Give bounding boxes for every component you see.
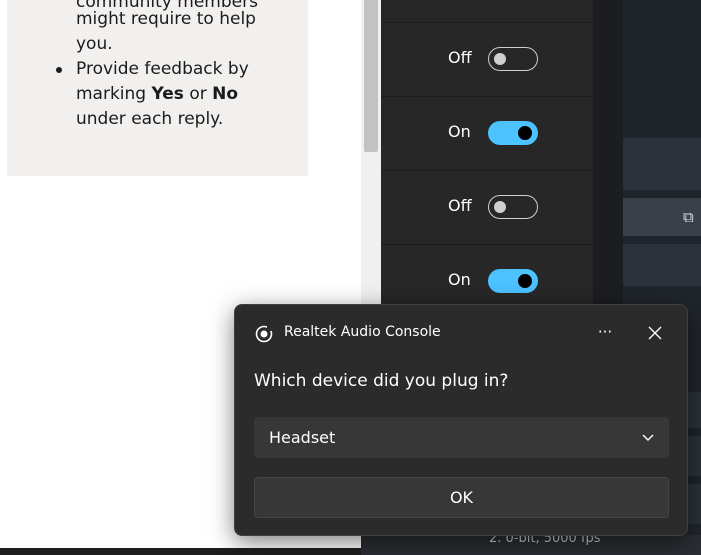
settings-panel: Off On Off On [381,0,593,310]
toggle-label: On [448,270,471,289]
background-row [623,138,701,190]
settings-row: Off [381,22,593,96]
toggle-switch[interactable] [488,47,538,71]
or-text: or [183,84,213,104]
device-select[interactable]: Headset [254,417,669,458]
toggle-label: Off [448,48,472,67]
dialog-question: Which device did you plug in? [254,371,509,391]
scroll-thumb[interactable] [364,0,378,152]
copy-icon[interactable]: ⧉ [683,208,694,226]
tip-text: under each reply. [76,109,224,129]
toggle-knob [518,274,532,288]
no-text: No [212,84,239,104]
toggle-switch[interactable] [488,195,538,219]
tips-box: community members might require to help … [7,0,308,176]
realtek-app-icon [255,325,273,343]
tip-text: Provide feedback by [76,59,249,79]
toggle-knob [494,53,506,65]
more-options-button[interactable]: ··· [591,319,619,347]
toggle-label: Off [448,196,472,215]
settings-row [381,0,593,22]
toggle-knob [518,126,532,140]
settings-row: On [381,96,593,170]
settings-row: Off [381,170,593,244]
close-icon[interactable] [640,319,670,347]
app-name: Realtek Audio Console [284,324,441,340]
toggle-switch[interactable] [488,269,538,293]
realtek-dialog: Realtek Audio Console ··· Which device d… [234,304,688,536]
marking-text: marking [76,84,152,104]
taskbar-edge [0,548,361,555]
toggle-label: On [448,122,471,141]
ok-button[interactable]: OK [254,477,669,518]
tip-text: might require to help [76,9,256,29]
background-row [623,244,701,286]
chevron-down-icon [642,434,654,441]
yes-text: Yes [151,84,184,104]
tip-text-marking: marking Yes or No [76,82,238,107]
background-status-bar: 2. 0-bit, 5000 fps [361,531,701,555]
selected-device: Headset [269,428,336,447]
tip-text: you. [76,34,113,54]
toggle-switch[interactable] [488,121,538,145]
bullet-dot [56,67,62,73]
toggle-knob [494,201,506,213]
